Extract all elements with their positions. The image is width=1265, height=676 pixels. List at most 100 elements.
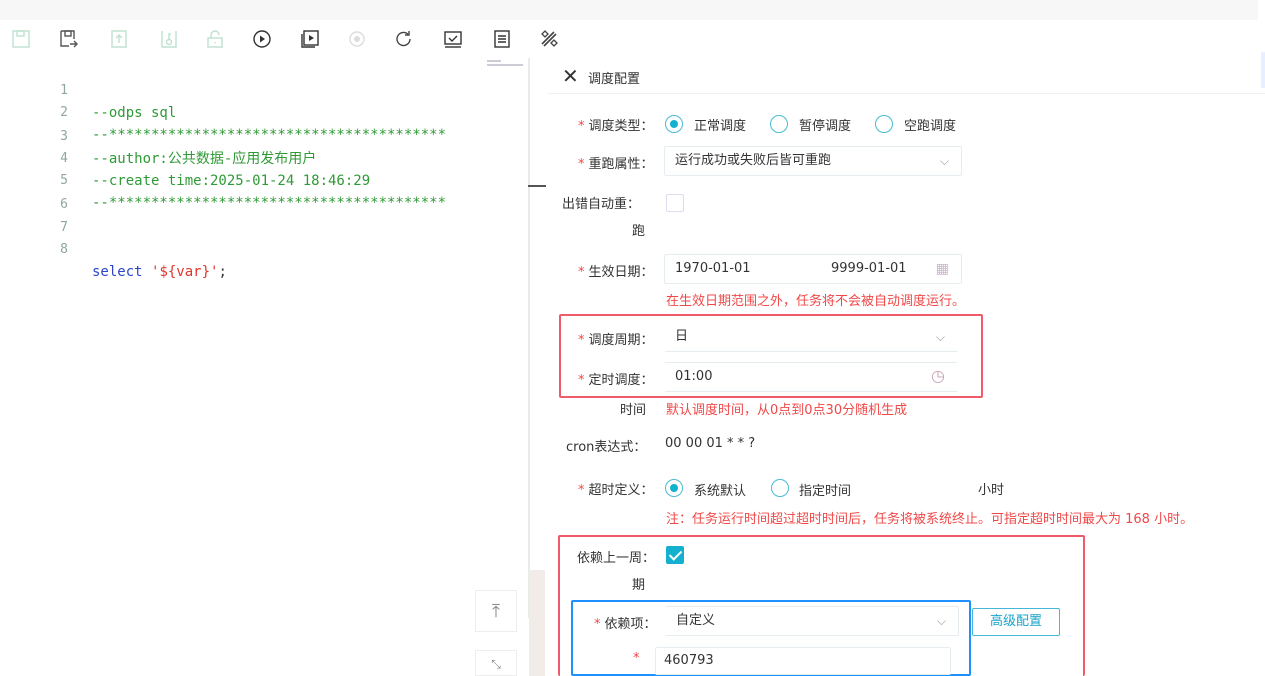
radio-label-dry-run[interactable]: 空跑调度 bbox=[904, 115, 956, 134]
code-line: 4 --create time:2025-01-24 18:46:29 bbox=[0, 126, 370, 189]
depend-node-value: 460793 bbox=[664, 653, 714, 668]
code-text: --**************************************… bbox=[92, 127, 447, 143]
radio-specify-time[interactable] bbox=[771, 479, 789, 497]
fullscreen-button[interactable]: ⤡ bbox=[475, 650, 517, 676]
format-icon[interactable] bbox=[491, 28, 513, 50]
timeout-hint: 注：任务运行时间超过超时时间后，任务将被系统终止。可指定超时时间最大为 168 … bbox=[666, 512, 1194, 527]
code-line: 1 --odps sql bbox=[0, 58, 176, 121]
line-number: 4 bbox=[60, 151, 68, 166]
panel-scrollbar[interactable] bbox=[529, 570, 545, 676]
radio-label-pause[interactable]: 暂停调度 bbox=[799, 115, 851, 134]
line-number: 7 bbox=[60, 220, 68, 235]
save-as-icon[interactable] bbox=[58, 28, 80, 50]
schedule-cycle-label: * 调度周期： bbox=[578, 333, 654, 348]
cron-value: 00 00 01 * * ? bbox=[665, 436, 756, 451]
radio-pause-schedule[interactable] bbox=[770, 115, 788, 133]
schedule-type-label: * 调度类型： bbox=[578, 119, 654, 134]
line-number: 5 bbox=[60, 173, 68, 188]
radio-normal-schedule[interactable] bbox=[665, 115, 683, 133]
right-edge-tab[interactable] bbox=[1261, 52, 1265, 88]
code-editor[interactable]: 1 --odps sql 2 --***********************… bbox=[0, 58, 528, 676]
sql-string: '${var}' bbox=[151, 264, 219, 280]
editor-minimap[interactable] bbox=[487, 60, 527, 70]
arrow-to-top-icon: ⤒ bbox=[492, 600, 500, 622]
run-advanced-icon[interactable] bbox=[299, 28, 321, 50]
editor-scrollbar[interactable] bbox=[528, 58, 530, 618]
depend-item-value: 自定义 bbox=[676, 613, 716, 628]
stop-icon[interactable] bbox=[346, 28, 368, 50]
check-icon[interactable] bbox=[442, 28, 464, 50]
code-text: --odps sql bbox=[92, 105, 177, 121]
code-line: 2 --************************************… bbox=[0, 80, 446, 143]
radio-label-normal[interactable]: 正常调度 bbox=[694, 115, 746, 134]
line-number: 1 bbox=[60, 83, 68, 98]
cron-label: cron表达式： bbox=[566, 440, 647, 455]
code-line: 7 bbox=[0, 195, 68, 235]
sql-punctuation: ; bbox=[218, 264, 227, 280]
radio-dry-run-schedule[interactable] bbox=[875, 115, 893, 133]
upload-icon[interactable] bbox=[108, 28, 130, 50]
depend-prev-label: 依赖上一周： bbox=[577, 551, 656, 566]
scroll-to-top-button[interactable]: ⤒ bbox=[475, 590, 517, 632]
refresh-icon[interactable] bbox=[393, 28, 415, 50]
effective-date-label: * 生效日期： bbox=[578, 265, 654, 280]
unlock-icon[interactable] bbox=[204, 28, 226, 50]
calendar-icon[interactable]: ▦ bbox=[936, 255, 949, 283]
required-mark: * bbox=[633, 651, 640, 666]
depend-item-select[interactable]: 自定义 ⌵ bbox=[665, 606, 959, 636]
code-text: --**************************************… bbox=[92, 195, 447, 211]
advanced-config-button[interactable]: 高级配置 bbox=[972, 608, 1060, 636]
sql-keyword: select bbox=[92, 264, 143, 280]
end-date[interactable]: 9999-01-01 bbox=[831, 255, 907, 283]
radio-label-system-default[interactable]: 系统默认 bbox=[694, 480, 746, 499]
schedule-config-panel: ✕ 调度配置 * 调度类型： 正常调度 暂停调度 空跑调度 * 重跑属性： 运行成功… bbox=[548, 58, 1265, 676]
depend-prev-label-cont: 期 bbox=[632, 578, 646, 593]
depend-node-input[interactable]: 460793 bbox=[655, 647, 951, 675]
timed-schedule-hint: 默认调度时间，从0点到0点30分随机生成 bbox=[666, 403, 908, 418]
code-line: 8 select '${var}'; bbox=[0, 217, 227, 280]
code-line: 6 bbox=[0, 172, 68, 212]
code-text: --author:公共数据-应用发布用户 bbox=[92, 151, 317, 167]
clock-icon: ◷ bbox=[931, 366, 945, 385]
start-date[interactable]: 1970-01-01 bbox=[675, 261, 751, 276]
chevron-down-icon: ⌵ bbox=[939, 154, 949, 168]
close-icon[interactable]: ✕ bbox=[562, 64, 579, 88]
effective-date-hint: 在生效日期范围之外，任务将不会被自动调度运行。 bbox=[666, 294, 966, 309]
chevron-down-icon: ⌵ bbox=[935, 330, 945, 344]
auto-rerun-checkbox[interactable] bbox=[666, 194, 684, 212]
timed-schedule-value: 01:00 bbox=[675, 369, 713, 384]
schedule-cycle-value: 日 bbox=[675, 329, 689, 344]
scroll-marker bbox=[528, 185, 546, 187]
auto-rerun-label-cont: 跑 bbox=[632, 224, 646, 239]
code-line: 3 --author:公共数据-应用发布用户 bbox=[0, 104, 316, 167]
line-number: 3 bbox=[60, 129, 68, 144]
code-text: select '${var}'; bbox=[92, 261, 227, 283]
effective-date-range-picker[interactable]: 1970-01-01 9999-01-01 ▦ bbox=[664, 254, 962, 284]
rerun-value: 运行成功或失败后皆可重跑 bbox=[675, 153, 832, 168]
panel-header: ✕ 调度配置 bbox=[548, 58, 1265, 94]
expand-icon: ⤡ bbox=[491, 657, 501, 671]
depend-item-label: * 依赖项： bbox=[594, 617, 657, 632]
radio-label-specify-time[interactable]: 指定时间 bbox=[799, 480, 851, 499]
timed-schedule-label: * 定时调度： bbox=[578, 373, 654, 388]
line-number: 8 bbox=[60, 242, 68, 257]
timeout-label: * 超时定义： bbox=[578, 483, 654, 498]
timed-schedule-picker[interactable]: 01:00 ◷ bbox=[664, 362, 958, 392]
panel-title: 调度配置 bbox=[588, 72, 641, 87]
rerun-label: * 重跑属性： bbox=[578, 157, 654, 172]
code-line: 5 --************************************… bbox=[0, 148, 446, 211]
run-icon[interactable] bbox=[251, 28, 273, 50]
schedule-cycle-select[interactable]: 日 ⌵ bbox=[664, 322, 958, 352]
depend-prev-checkbox[interactable] bbox=[666, 546, 684, 564]
save-icon[interactable] bbox=[10, 28, 32, 50]
top-bar bbox=[0, 0, 1258, 20]
editor-toolbar bbox=[0, 22, 580, 58]
key-icon[interactable] bbox=[158, 28, 180, 50]
tools-icon[interactable] bbox=[538, 28, 560, 50]
line-number: 2 bbox=[60, 105, 68, 120]
rerun-select[interactable]: 运行成功或失败后皆可重跑 ⌵ bbox=[664, 146, 962, 176]
radio-system-default[interactable] bbox=[665, 479, 683, 497]
code-text: --create time:2025-01-24 18:46:29 bbox=[92, 173, 371, 189]
timeout-unit: 小时 bbox=[978, 483, 1005, 498]
chevron-down-icon: ⌵ bbox=[936, 614, 946, 628]
